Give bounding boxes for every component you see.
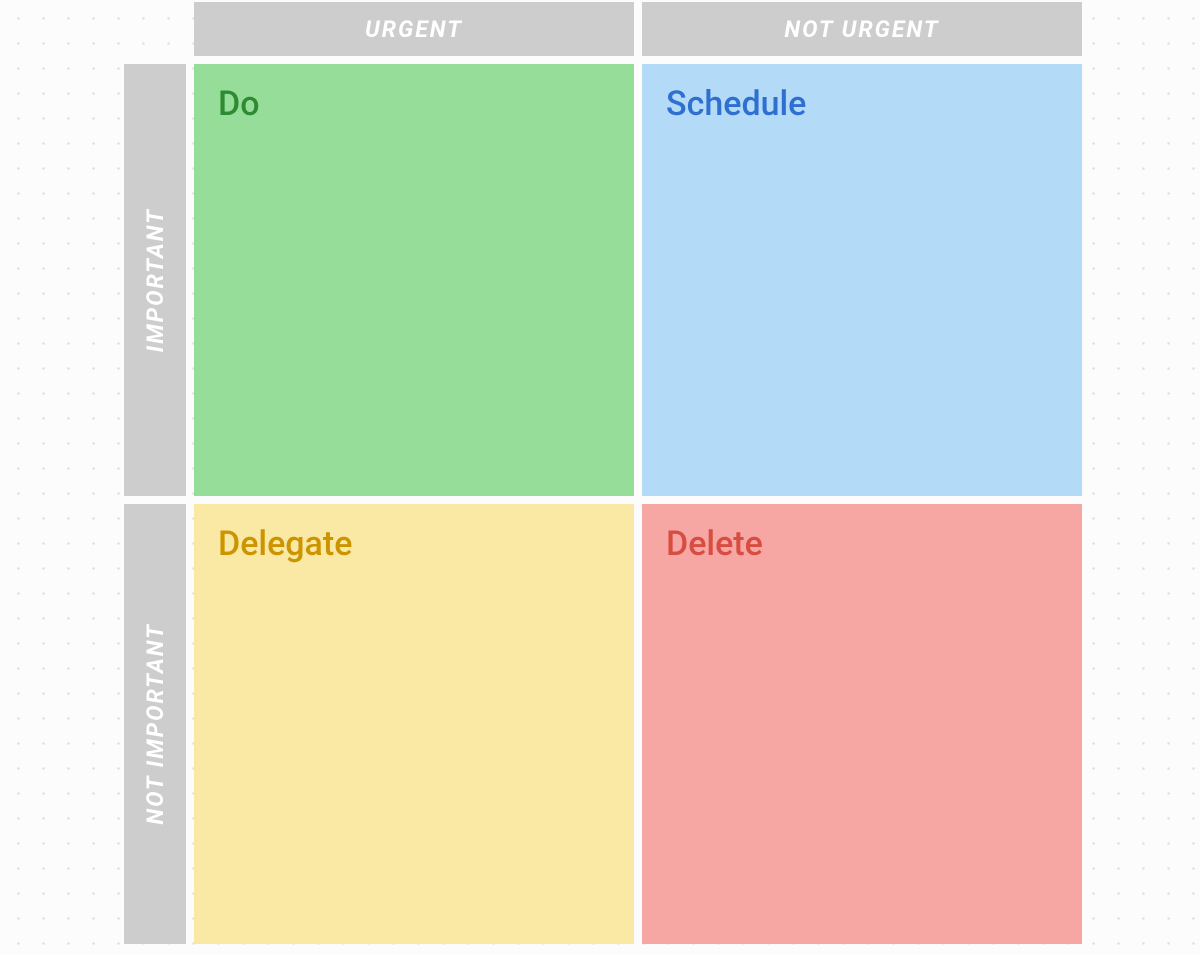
column-header-urgent: URGENT (194, 2, 634, 56)
quadrant-schedule[interactable]: Schedule (642, 64, 1082, 496)
eisenhower-matrix: URGENT NOT URGENT IMPORTANT NOT IMPORTAN… (124, 2, 1088, 954)
quadrant-title: Delete (666, 526, 1058, 563)
row-header-label: IMPORTANT (142, 208, 169, 352)
quadrant-do[interactable]: Do (194, 64, 634, 496)
row-header-not-important: NOT IMPORTANT (124, 504, 186, 944)
quadrant-title: Do (218, 86, 610, 123)
row-header-important: IMPORTANT (124, 64, 186, 496)
column-header-label: URGENT (365, 16, 463, 43)
quadrant-title: Schedule (666, 86, 1058, 123)
row-header-label: NOT IMPORTANT (142, 623, 169, 825)
quadrant-delete[interactable]: Delete (642, 504, 1082, 944)
column-header-label: NOT URGENT (784, 16, 939, 43)
quadrant-delegate[interactable]: Delegate (194, 504, 634, 944)
quadrant-title: Delegate (218, 526, 610, 563)
column-header-not-urgent: NOT URGENT (642, 2, 1082, 56)
